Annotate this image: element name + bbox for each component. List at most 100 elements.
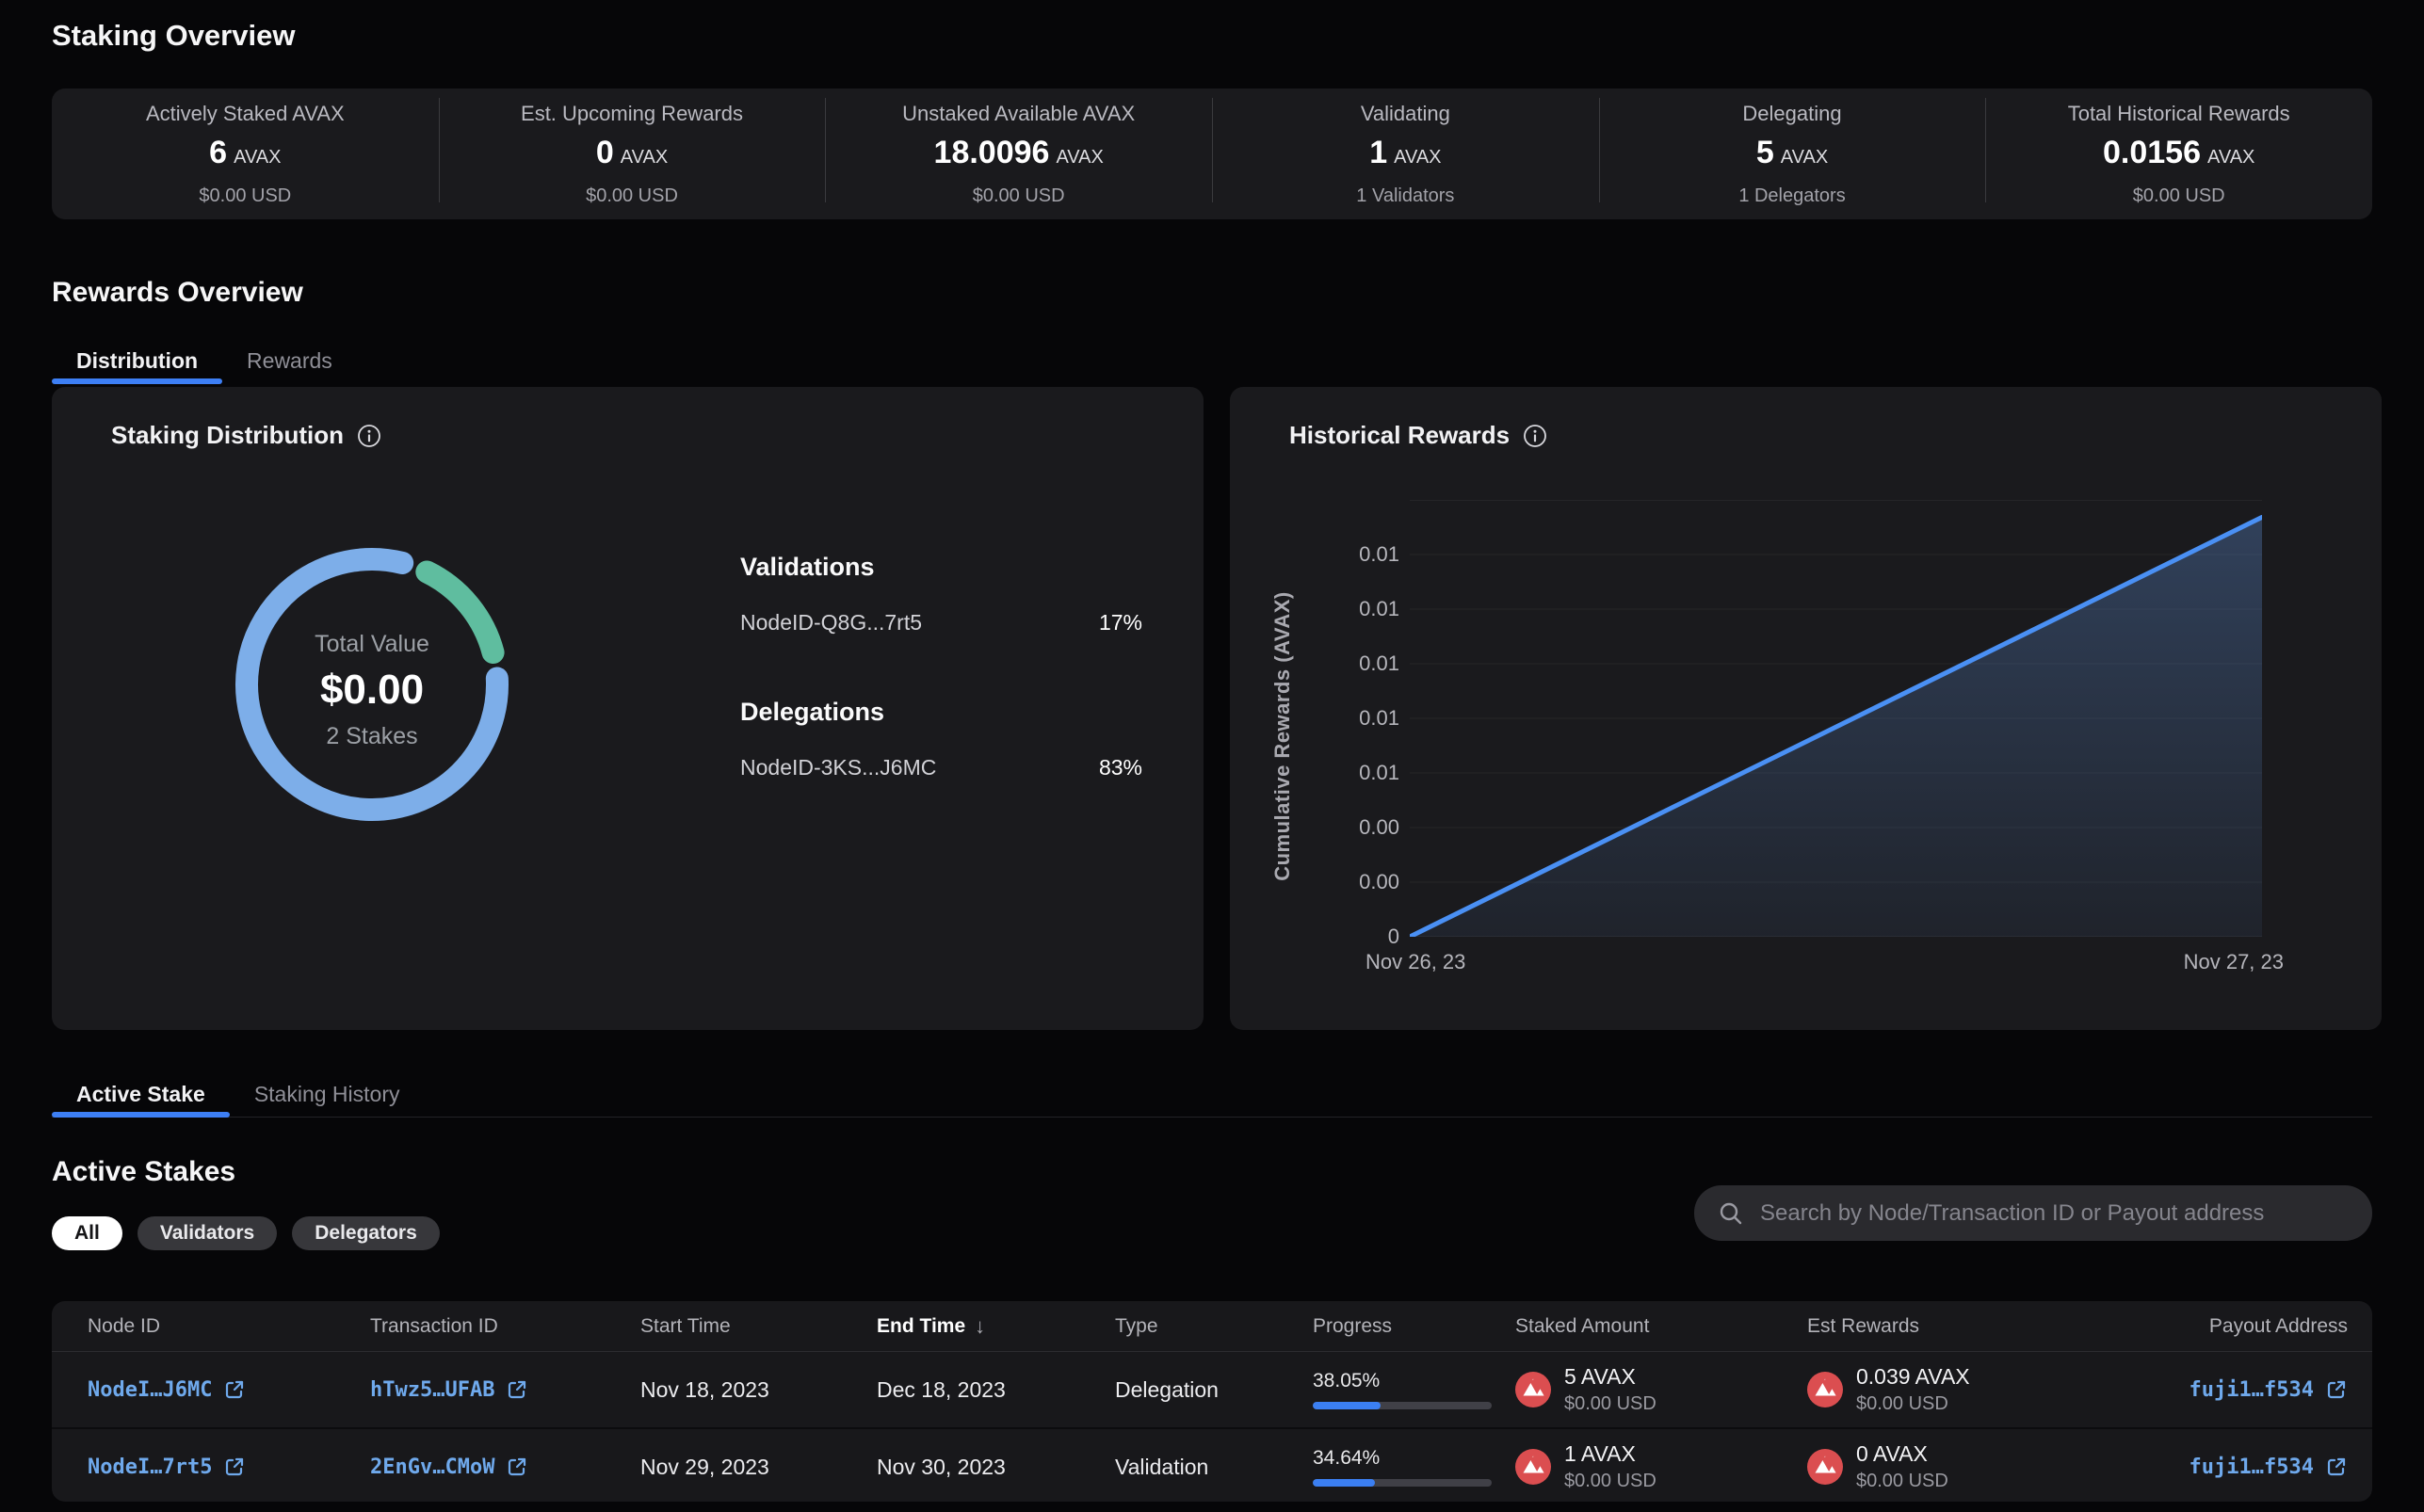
stake-filters: All Validators Delegators (52, 1216, 440, 1250)
col-payout-address[interactable]: Payout Address (2165, 1315, 2348, 1338)
historical-rewards-card: Historical Rewards Cumulative Rewards (A… (1230, 387, 2382, 1030)
tab-rewards[interactable]: Rewards (222, 341, 357, 384)
external-link-icon (2325, 1378, 2348, 1401)
y-tick-label: 0.01 (1359, 761, 1399, 785)
col-progress[interactable]: Progress (1313, 1315, 1515, 1338)
table-header-row: Node ID Transaction ID Start Time End Ti… (52, 1301, 2372, 1352)
staked-value: 5 AVAX (1564, 1364, 1656, 1390)
search-box (1694, 1185, 2372, 1241)
payout-address-link[interactable]: fuji1…f534 (2190, 1378, 2348, 1402)
info-icon[interactable] (1523, 424, 1547, 448)
progress-label: 38.05% (1313, 1370, 1515, 1392)
tab-distribution[interactable]: Distribution (52, 341, 222, 384)
donut-center-text: Total Value $0.00 2 Stakes (231, 630, 513, 750)
stat-sub: $0.00 USD (2133, 185, 2225, 207)
staked-amount-cell: 5 AVAX$0.00 USD (1515, 1364, 1807, 1415)
x-axis-label-end: Nov 27, 23 (2178, 950, 2284, 974)
tab-staking-history[interactable]: Staking History (230, 1074, 425, 1118)
table-row: NodeI…7rt5 2EnGv…CMoW Nov 29, 2023 Nov 3… (52, 1427, 2372, 1502)
reward-value: 0 AVAX (1856, 1441, 1948, 1467)
stat-upcoming-rewards: Est. Upcoming Rewards 0AVAX $0.00 USD (439, 88, 826, 219)
col-staked-amount[interactable]: Staked Amount (1515, 1315, 1807, 1338)
stat-value: 5AVAX (1756, 134, 1828, 178)
col-node-id[interactable]: Node ID (88, 1315, 370, 1338)
external-link-icon (506, 1378, 528, 1401)
progress-label: 34.64% (1313, 1447, 1515, 1470)
filter-all[interactable]: All (52, 1216, 122, 1250)
stat-value: 1AVAX (1369, 134, 1441, 178)
stat-sub: 1 Delegators (1738, 185, 1845, 207)
reward-usd: $0.00 USD (1856, 1470, 1948, 1492)
stat-validating: Validating 1AVAX 1 Validators (1212, 88, 1599, 219)
avax-coin-icon (1807, 1449, 1843, 1485)
col-start-time[interactable]: Start Time (640, 1315, 877, 1338)
col-est-rewards[interactable]: Est Rewards (1807, 1315, 2165, 1338)
transaction-id-link[interactable]: hTwz5…UFAB (370, 1378, 528, 1402)
y-tick-label: 0.01 (1359, 597, 1399, 621)
stat-value: 18.0096AVAX (934, 134, 1104, 178)
stat-sub: $0.00 USD (586, 185, 678, 207)
search-input[interactable] (1758, 1199, 2350, 1228)
validation-item: NodeID-Q8G...7rt5 17% (740, 610, 1142, 635)
stake-type: Delegation (1115, 1377, 1313, 1403)
stat-label: Validating (1361, 102, 1450, 126)
col-end-time[interactable]: End Time ↓ (877, 1314, 1115, 1339)
y-tick-label: 0.01 (1359, 542, 1399, 567)
avax-coin-icon (1515, 1449, 1551, 1485)
node-id-link[interactable]: NodeI…7rt5 (88, 1456, 246, 1479)
page-title: Staking Overview (52, 19, 295, 53)
stat-actively-staked: Actively Staked AVAX 6AVAX $0.00 USD (52, 88, 439, 219)
progress-cell: 34.64% (1313, 1447, 1515, 1487)
avax-coin-icon (1807, 1372, 1843, 1407)
external-link-icon (223, 1456, 246, 1478)
stake-type: Validation (1115, 1455, 1313, 1480)
end-time: Nov 30, 2023 (877, 1455, 1115, 1480)
stat-sub: 1 Validators (1356, 185, 1454, 207)
est-rewards-cell: 0 AVAX $0.00 USD (1807, 1441, 2165, 1492)
rewards-overview-tabs: Distribution Rewards (52, 341, 357, 384)
col-type[interactable]: Type (1115, 1315, 1313, 1338)
transaction-id-link[interactable]: 2EnGv…CMoW (370, 1456, 528, 1479)
filter-validators[interactable]: Validators (137, 1216, 277, 1250)
stat-label: Actively Staked AVAX (146, 102, 345, 126)
staked-value: 1 AVAX (1564, 1441, 1656, 1467)
stat-sub: $0.00 USD (973, 185, 1065, 207)
delegation-pct: 83% (1099, 755, 1142, 780)
delegations-heading: Delegations (740, 698, 1142, 727)
end-time: Dec 18, 2023 (877, 1377, 1115, 1403)
tab-active-stake[interactable]: Active Stake (52, 1074, 230, 1118)
stat-value: 0AVAX (596, 134, 668, 178)
col-transaction-id[interactable]: Transaction ID (370, 1315, 640, 1338)
staking-distribution-card: Staking Distribution Total Value $0.00 2… (52, 387, 1204, 1030)
sort-desc-icon: ↓ (975, 1314, 985, 1339)
x-axis-label-start: Nov 26, 23 (1366, 950, 1465, 974)
stat-label: Unstaked Available AVAX (902, 102, 1135, 126)
y-axis-ticks: 0.010.010.010.010.010.000.000 (1286, 500, 1399, 937)
staking-overview-stats-card: Actively Staked AVAX 6AVAX $0.00 USD Est… (52, 88, 2372, 219)
y-tick-label: 0 (1388, 925, 1399, 949)
reward-value: 0.039 AVAX (1856, 1364, 1970, 1390)
progress-bar (1313, 1402, 1492, 1409)
y-tick-label: 0.00 (1359, 815, 1399, 840)
historical-rewards-line-chart (1410, 500, 2262, 937)
stat-sub: $0.00 USD (199, 185, 291, 207)
historical-rewards-title: Historical Rewards (1289, 421, 1547, 450)
active-stakes-title: Active Stakes (52, 1156, 235, 1188)
staking-distribution-title: Staking Distribution (111, 421, 381, 450)
table-row: NodeI…J6MC hTwz5…UFAB Nov 18, 2023 Dec 1… (52, 1352, 2372, 1427)
stat-label: Delegating (1742, 102, 1841, 126)
payout-address-link[interactable]: fuji1…f534 (2190, 1456, 2348, 1479)
node-id-link[interactable]: NodeI…J6MC (88, 1378, 246, 1402)
delegation-node-id: NodeID-3KS...J6MC (740, 755, 936, 780)
info-icon[interactable] (357, 424, 381, 448)
stat-unstaked-available: Unstaked Available AVAX 18.0096AVAX $0.0… (825, 88, 1212, 219)
active-stakes-table: Node ID Transaction ID Start Time End Ti… (52, 1301, 2372, 1502)
search-icon (1717, 1199, 1745, 1228)
external-link-icon (506, 1456, 528, 1478)
reward-usd: $0.00 USD (1856, 1392, 1970, 1415)
filter-delegators[interactable]: Delegators (292, 1216, 440, 1250)
external-link-icon (223, 1378, 246, 1401)
avax-coin-icon (1515, 1372, 1551, 1407)
start-time: Nov 18, 2023 (640, 1377, 877, 1403)
validations-heading: Validations (740, 553, 1142, 582)
